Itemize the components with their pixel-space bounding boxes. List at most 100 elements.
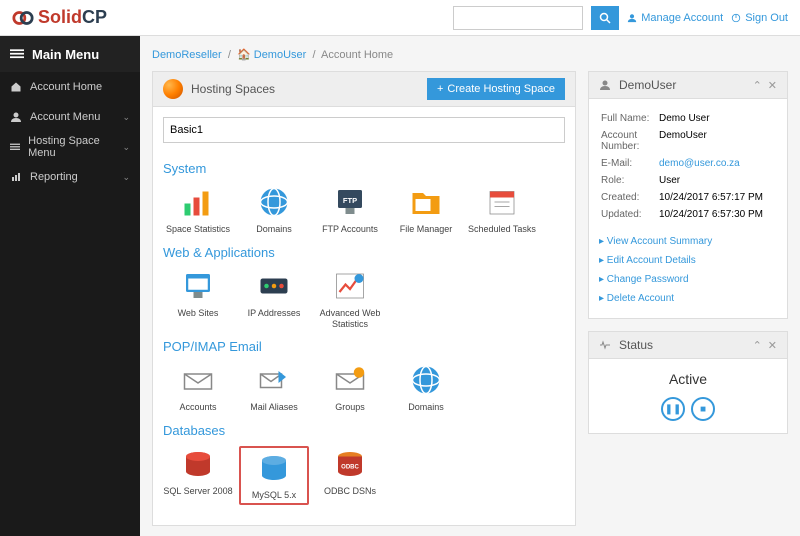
user-link-edit-account-details[interactable]: ▸ Edit Account Details [599,251,777,270]
hosting-title: Hosting Spaces [191,82,275,96]
app-ftp-accounts[interactable]: FTP FTP Accounts [315,184,385,235]
create-hosting-space-button[interactable]: + Create Hosting Space [427,78,565,100]
signout-icon [731,13,741,23]
search-icon [599,12,611,24]
nav-icon [10,171,22,183]
logo-solid: Solid [38,7,82,28]
breadcrumb-user[interactable]: 🏠 DemoUser [237,49,306,61]
menu-icon [10,47,24,61]
app-file-manager[interactable]: File Manager [391,184,461,235]
search-button[interactable] [591,6,619,30]
app-icon [408,184,444,220]
app-label: Domains [391,402,461,413]
app-mysql-5-x[interactable]: MySQL 5.x [239,446,309,505]
app-sql-server-2008[interactable]: SQL Server 2008 [163,446,233,505]
app-scheduled-tasks[interactable]: Scheduled Tasks [467,184,537,235]
collapse-icon[interactable]: ⌃ [753,339,762,352]
plus-icon: + [437,83,443,95]
nav-item-account-home[interactable]: Account Home [0,72,140,102]
info-row: Updated:10/24/2017 6:57:30 PM [601,207,775,222]
user-link-view-account-summary[interactable]: ▸ View Account Summary [599,232,777,251]
app-icon [180,446,216,482]
nav-item-reporting[interactable]: Reporting⌄ [0,162,140,192]
app-mail-aliases[interactable]: Mail Aliases [239,362,309,413]
nav-item-account-menu[interactable]: Account Menu⌄ [0,102,140,132]
search-input[interactable] [453,6,583,30]
app-advanced-web-statistics[interactable]: Advanced Web Statistics [315,268,385,330]
app-icon [408,362,444,398]
app-icon [180,268,216,304]
info-row: Created:10/24/2017 6:57:17 PM [601,190,775,205]
user-panel: DemoUser ⌃ ✕ Full Name:Demo UserAccount … [588,71,788,319]
breadcrumb-reseller[interactable]: DemoReseller [152,49,222,61]
close-icon[interactable]: ✕ [768,339,777,352]
section-title: POP/IMAP Email [163,339,565,354]
app-icon [332,362,368,398]
svg-text:FTP: FTP [343,196,357,205]
app-icon [484,184,520,220]
chevron-down-icon: ⌄ [122,142,130,153]
app-label: Web Sites [163,308,233,319]
close-icon[interactable]: ✕ [768,79,777,92]
info-row: E-Mail:demo@user.co.za [601,156,775,171]
svg-text:ODBC: ODBC [341,465,359,471]
space-input[interactable] [163,117,565,143]
sign-out-link[interactable]: Sign Out [731,12,788,24]
section-title: System [163,161,565,176]
app-icon: ODBC [332,446,368,482]
logo-cp: CP [82,7,107,28]
app-label: Scheduled Tasks [467,224,537,235]
main-menu-header: Main Menu [0,36,140,72]
user-link-delete-account[interactable]: ▸ Delete Account [599,289,777,308]
section-title: Databases [163,423,565,438]
chevron-down-icon: ⌄ [122,112,130,123]
nav-icon [10,141,20,153]
app-accounts[interactable]: Accounts [163,362,233,413]
logo-icon [12,7,34,29]
app-label: Groups [315,402,385,413]
info-row: Role:User [601,173,775,188]
app-space-statistics[interactable]: Space Statistics [163,184,233,235]
nav-item-hosting-space-menu[interactable]: Hosting Space Menu⌄ [0,132,140,162]
info-row: Account Number:DemoUser [601,128,775,154]
app-odbc-dsns[interactable]: ODBC ODBC DSNs [315,446,385,505]
app-label: Domains [239,224,309,235]
globe-icon [163,79,183,99]
app-groups[interactable]: Groups [315,362,385,413]
app-label: MySQL 5.x [243,490,305,501]
app-label: IP Addresses [239,308,309,319]
user-icon [599,79,611,91]
app-web-sites[interactable]: Web Sites [163,268,233,330]
section-title: Web & Applications [163,245,565,260]
app-ip-addresses[interactable]: IP Addresses [239,268,309,330]
app-icon [256,184,292,220]
app-icon: FTP [332,184,368,220]
app-icon [256,268,292,304]
manage-account-link[interactable]: Manage Account [627,12,723,24]
app-label: Advanced Web Statistics [315,308,385,330]
collapse-icon[interactable]: ⌃ [753,79,762,92]
app-label: Space Statistics [163,224,233,235]
status-title: Status [619,338,653,352]
breadcrumb-page: Account Home [321,49,393,61]
nav-icon [10,111,22,123]
app-label: ODBC DSNs [315,486,385,497]
chevron-down-icon: ⌄ [122,172,130,183]
status-value: Active [601,371,775,387]
app-label: Accounts [163,402,233,413]
app-domains[interactable]: Domains [391,362,461,413]
app-domains[interactable]: Domains [239,184,309,235]
app-icon [180,184,216,220]
brand-logo[interactable]: SolidCP [12,7,107,29]
app-icon [332,268,368,304]
app-label: FTP Accounts [315,224,385,235]
app-label: Mail Aliases [239,402,309,413]
nav-icon [10,81,22,93]
app-label: SQL Server 2008 [163,486,233,497]
breadcrumb: DemoReseller / 🏠 DemoUser / Account Home [152,44,788,71]
status-panel: Status ⌃ ✕ Active ❚❚ ■ [588,331,788,434]
stop-button[interactable]: ■ [691,397,715,421]
user-link-change-password[interactable]: ▸ Change Password [599,270,777,289]
user-icon [627,13,637,23]
pause-button[interactable]: ❚❚ [661,397,685,421]
